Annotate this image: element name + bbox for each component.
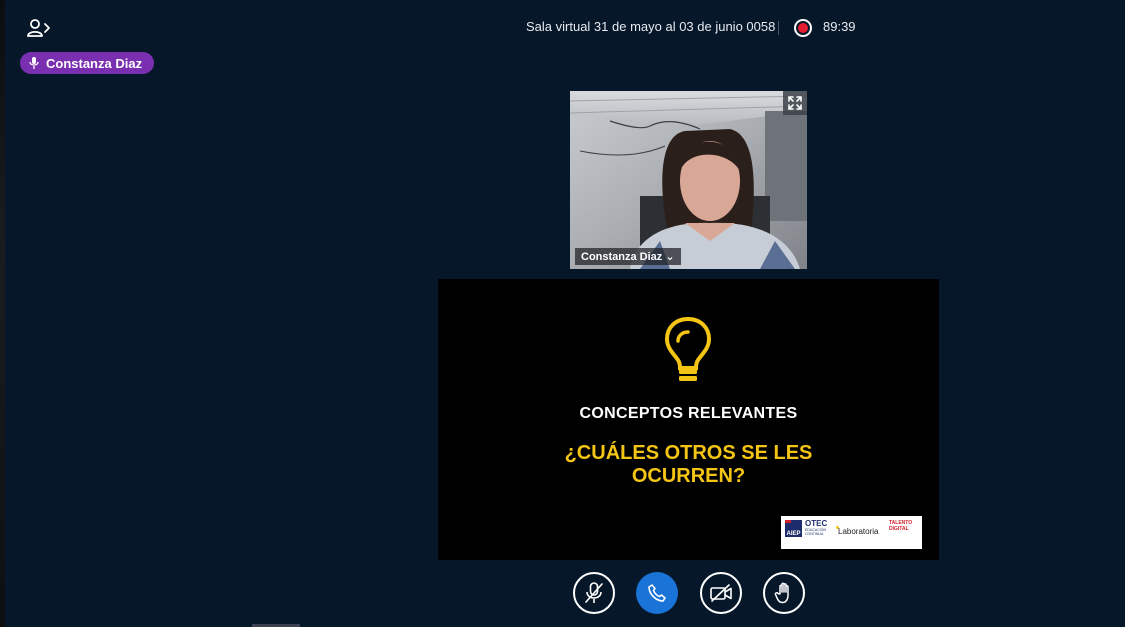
conference-window: Constanza Diaz Sala virtual 31 de mayo a… <box>0 0 1125 627</box>
hand-icon <box>774 582 789 604</box>
otec-logo-text: OTEC <box>805 519 828 528</box>
meeting-title: Sala virtual 31 de mayo al 03 de junio 0… <box>526 19 776 34</box>
fullscreen-icon <box>788 96 802 110</box>
presentation-slide: CONCEPTOS RELEVANTES ¿CUÁLES OTROS SE LE… <box>438 279 939 560</box>
sponsor-logos: AIEP OTEC EDUCACIÓN CONTINUA Laboratoria… <box>781 516 922 549</box>
recording-time: 89:39 <box>823 19 856 34</box>
camera-off-icon <box>710 584 732 602</box>
laboratoria-logo: Laboratoria <box>838 527 879 536</box>
microphone-icon <box>28 56 40 70</box>
chevron-down-icon: ⌄ <box>665 251 675 263</box>
talento-digital-logo: TALENTO DIGITAL <box>889 520 913 532</box>
phone-icon <box>648 584 666 602</box>
action-bar <box>0 572 1125 614</box>
microphone-muted-icon <box>585 582 603 603</box>
webcam-name-label[interactable]: Constanza Diaz ⌄ <box>575 248 681 265</box>
mute-button[interactable] <box>573 572 615 614</box>
otec-logo-subtitle: EDUCACIÓN CONTINUA <box>805 528 827 536</box>
talker-name: Constanza Diaz <box>46 55 143 71</box>
webcam-frame <box>570 91 807 269</box>
divider <box>778 21 779 35</box>
recording-button[interactable] <box>794 19 812 37</box>
left-edge <box>0 0 5 627</box>
record-icon <box>798 23 808 33</box>
share-webcam-button[interactable] <box>700 572 742 614</box>
fullscreen-button[interactable] <box>783 91 807 115</box>
webcam-video[interactable]: Constanza Diaz ⌄ <box>570 91 807 269</box>
slide-heading: CONCEPTOS RELEVANTES <box>579 405 798 422</box>
leave-audio-button[interactable] <box>636 572 678 614</box>
lightbulb-icon <box>664 316 712 381</box>
talking-indicator[interactable]: Constanza Diaz <box>20 52 155 74</box>
top-bar: Sala virtual 31 de mayo al 03 de junio 0… <box>0 18 1125 38</box>
webcam-participant-name: Constanza Diaz <box>581 251 663 263</box>
aiep-logo-mark <box>785 520 791 523</box>
slide-question: ¿CUÁLES OTROS SE LES OCURREN? <box>564 442 813 487</box>
raise-hand-button[interactable] <box>763 572 805 614</box>
